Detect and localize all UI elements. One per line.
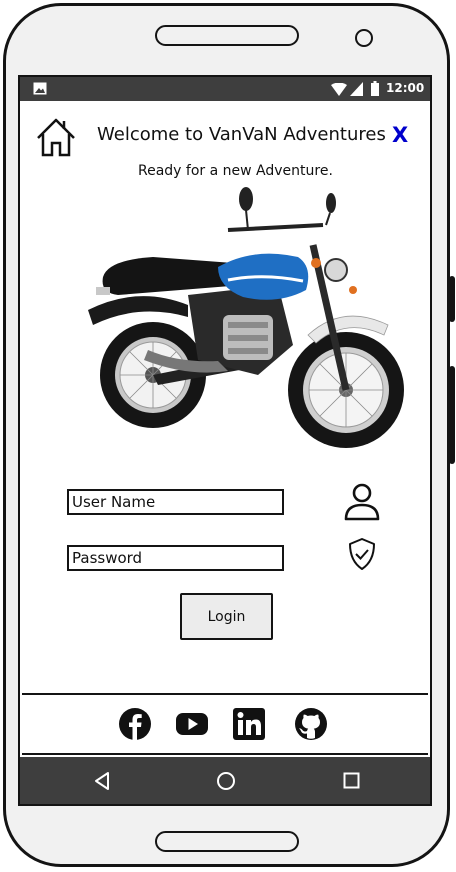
status-bar: 12:00 (20, 77, 430, 101)
motorcycle-image (88, 187, 404, 448)
linkedin-icon[interactable] (232, 707, 266, 741)
back-icon[interactable] (93, 771, 111, 791)
recents-icon[interactable] (343, 772, 360, 789)
close-button[interactable]: X (392, 123, 408, 147)
login-button[interactable]: Login (180, 593, 273, 640)
volume-button (449, 276, 455, 322)
youtube-icon[interactable] (175, 707, 209, 741)
subtitle: Ready for a new Adventure. (138, 163, 333, 179)
top-speaker (155, 25, 299, 46)
home-circle-icon[interactable] (216, 771, 236, 791)
nav-bar (20, 757, 430, 804)
shield-check-icon (349, 538, 375, 570)
github-icon[interactable] (294, 707, 328, 741)
signal-icon (350, 82, 363, 96)
username-input[interactable]: User Name (67, 489, 284, 515)
page-title: Welcome to VanVaN Adventures (97, 124, 386, 145)
facebook-icon[interactable] (118, 707, 152, 741)
password-input[interactable]: Password (67, 545, 284, 571)
wifi-icon (331, 83, 347, 96)
social-bar (22, 693, 428, 755)
power-button (449, 366, 455, 464)
bottom-speaker (155, 831, 299, 852)
status-time: 12:00 (386, 81, 425, 95)
user-icon (344, 483, 380, 521)
screen: 12:00 Welcome to VanVaN Adventures X Rea… (18, 75, 432, 806)
home-icon[interactable] (36, 117, 76, 157)
front-camera (355, 29, 373, 47)
battery-icon (371, 81, 379, 96)
image-icon (33, 82, 47, 95)
